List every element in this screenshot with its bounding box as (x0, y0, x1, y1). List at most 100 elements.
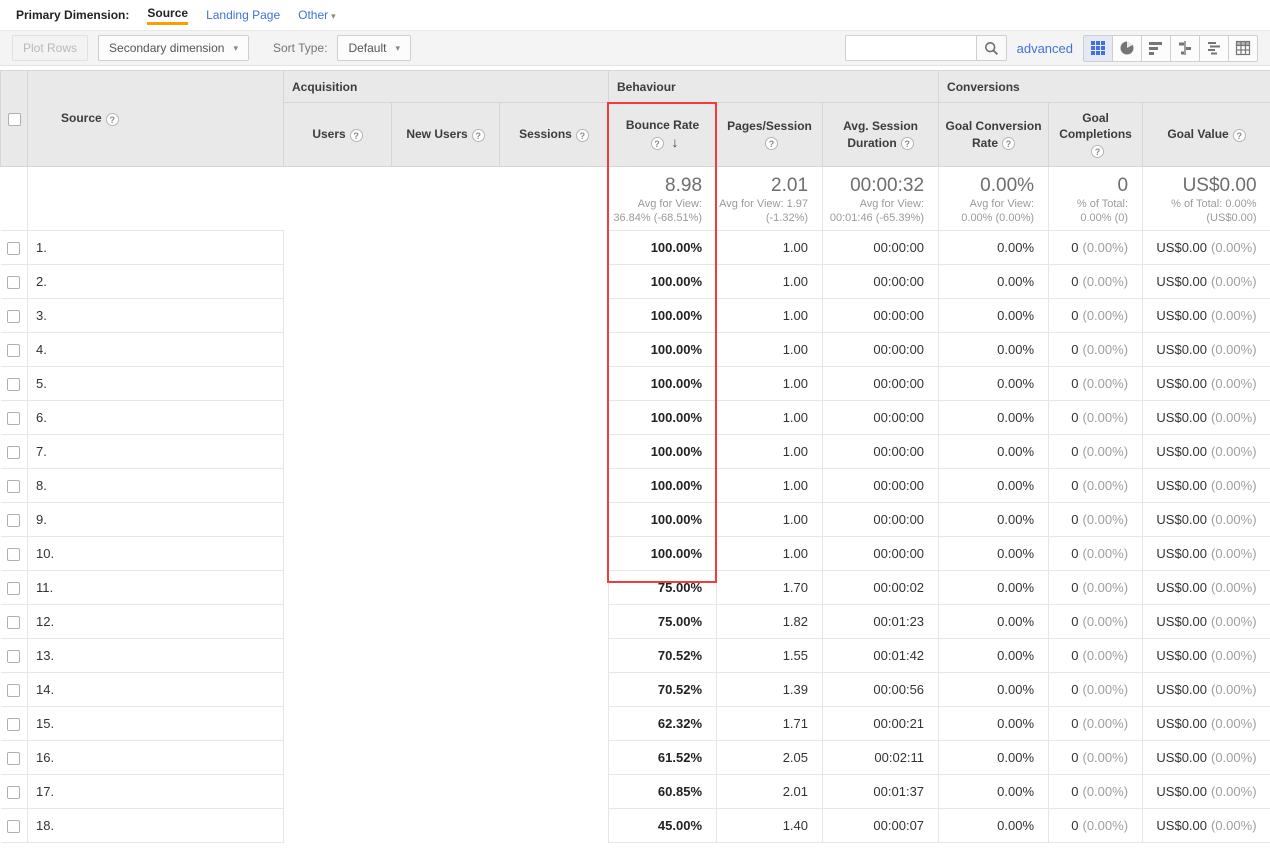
row-checkbox[interactable] (7, 480, 20, 493)
row-checkbox[interactable] (7, 514, 20, 527)
goal-value-cell: US$0.00(0.00%) (1143, 401, 1270, 435)
help-icon[interactable] (901, 137, 914, 150)
goal-value-percent: (0.00%) (1211, 614, 1257, 629)
help-icon[interactable] (1233, 129, 1246, 142)
help-icon[interactable] (472, 129, 485, 142)
help-icon[interactable] (765, 137, 778, 150)
goal-completions-cell: 0(0.00%) (1049, 367, 1143, 401)
row-index: 16. (36, 750, 62, 765)
goal-value-cell: US$0.00(0.00%) (1143, 537, 1270, 571)
pages-session-cell: 1.71 (717, 707, 823, 741)
goal-completions-cell: 0(0.00%) (1049, 537, 1143, 571)
bounce-rate-cell: 62.32% (609, 707, 717, 741)
plot-rows-button[interactable]: Plot Rows (12, 35, 88, 61)
table-row: 2. 100.00% 1.00 00:00:00 0.00% 0(0.00%) … (1, 265, 1270, 299)
row-checkbox[interactable] (7, 650, 20, 663)
row-checkbox[interactable] (7, 310, 20, 323)
help-icon[interactable] (576, 129, 589, 142)
users-column-header[interactable]: Users (284, 103, 392, 167)
new-users-cell (392, 775, 500, 809)
advanced-search-link[interactable]: advanced (1017, 41, 1073, 56)
help-icon[interactable] (350, 129, 363, 142)
goal-conversion-rate-cell: 0.00% (939, 809, 1049, 843)
session-duration-cell: 00:00:00 (823, 537, 939, 571)
sessions-cell (500, 605, 609, 639)
pages-session-column-header[interactable]: Pages/Session (717, 103, 823, 167)
bounce-rate-cell: 100.00% (609, 231, 717, 265)
row-checkbox[interactable] (7, 242, 20, 255)
search-input[interactable] (845, 35, 977, 61)
bounce-rate-cell: 100.00% (609, 435, 717, 469)
session-duration-cell: 00:01:42 (823, 639, 939, 673)
sessions-cell (500, 333, 609, 367)
sort-type-dropdown[interactable]: Default▾ (337, 35, 411, 61)
new-users-cell (392, 299, 500, 333)
primary-dimension-source[interactable]: Source (147, 6, 188, 25)
secondary-dimension-dropdown[interactable]: Secondary dimension▾ (98, 35, 249, 61)
select-all-checkbox[interactable] (8, 113, 21, 126)
goal-completions-cell: 0(0.00%) (1049, 605, 1143, 639)
primary-dimension-label: Primary Dimension: (16, 8, 129, 22)
summary-sessions-cell (500, 167, 609, 231)
goal-conversion-rate-cell: 0.00% (939, 673, 1049, 707)
new-users-column-header[interactable]: New Users (392, 103, 500, 167)
bounce-rate-cell: 61.52% (609, 741, 717, 775)
goal-completions-value: 0 (1071, 716, 1078, 731)
sessions-column-header[interactable]: Sessions (500, 103, 609, 167)
row-checkbox[interactable] (7, 718, 20, 731)
comparison-view-button[interactable] (1170, 35, 1200, 62)
users-cell (284, 401, 392, 435)
row-checkbox[interactable] (7, 820, 20, 833)
row-checkbox[interactable] (7, 684, 20, 697)
chevron-down-icon: ▾ (233, 43, 238, 54)
goal-value-cell: US$0.00(0.00%) (1143, 707, 1270, 741)
row-checkbox[interactable] (7, 344, 20, 357)
help-icon[interactable] (106, 113, 119, 126)
new-users-cell (392, 367, 500, 401)
session-duration-cell: 00:00:00 (823, 503, 939, 537)
bounce-rate-column-header[interactable]: Bounce Rate (609, 103, 717, 167)
percentage-view-button[interactable] (1112, 35, 1142, 62)
table-row: 16. 61.52% 2.05 00:02:11 0.00% 0(0.00%) … (1, 741, 1270, 775)
new-users-cell (392, 503, 500, 537)
pages-session-cell: 1.00 (717, 469, 823, 503)
goal-completions-column-header[interactable]: Goal Completions (1049, 103, 1143, 167)
pages-session-cell: 1.00 (717, 231, 823, 265)
pivot-view-button[interactable] (1228, 35, 1258, 62)
table-row: 18. 45.00% 1.40 00:00:07 0.00% 0(0.00%) … (1, 809, 1270, 843)
source-column-header[interactable]: Source (28, 71, 284, 167)
goal-value-column-header[interactable]: Goal Value (1143, 103, 1270, 167)
goal-conversion-rate-cell: 0.00% (939, 639, 1049, 673)
row-checkbox-cell (1, 775, 28, 809)
goal-completions-value: 0 (1071, 682, 1078, 697)
goal-completions-cell: 0(0.00%) (1049, 571, 1143, 605)
primary-dimension-other[interactable]: Other▾ (298, 8, 336, 22)
row-checkbox[interactable] (7, 276, 20, 289)
goal-value-amount: US$0.00 (1156, 750, 1207, 765)
goal-conversion-rate-cell: 0.00% (939, 605, 1049, 639)
help-icon[interactable] (1002, 137, 1015, 150)
primary-dimension-landing-page[interactable]: Landing Page (206, 8, 280, 22)
help-icon[interactable] (1091, 145, 1104, 158)
row-checkbox[interactable] (7, 548, 20, 561)
help-icon[interactable] (651, 137, 664, 150)
row-checkbox[interactable] (7, 446, 20, 459)
row-checkbox[interactable] (7, 786, 20, 799)
goal-value-amount: US$0.00 (1156, 512, 1207, 527)
row-checkbox[interactable] (7, 582, 20, 595)
table-view-button[interactable] (1083, 35, 1113, 62)
row-checkbox[interactable] (7, 616, 20, 629)
search-button[interactable] (977, 35, 1007, 61)
session-duration-column-header[interactable]: Avg. Session Duration (823, 103, 939, 167)
pages-session-cell: 1.40 (717, 809, 823, 843)
row-checkbox[interactable] (7, 752, 20, 765)
goal-completions-percent: (0.00%) (1083, 648, 1129, 663)
row-checkbox[interactable] (7, 378, 20, 391)
performance-view-button[interactable] (1141, 35, 1171, 62)
term-cloud-view-button[interactable] (1199, 35, 1229, 62)
goal-conversion-rate-column-header[interactable]: Goal Conversion Rate (939, 103, 1049, 167)
row-checkbox[interactable] (7, 412, 20, 425)
source-cell: 3. (28, 299, 284, 333)
pages-session-cell: 1.00 (717, 537, 823, 571)
goal-value-cell: US$0.00(0.00%) (1143, 775, 1270, 809)
